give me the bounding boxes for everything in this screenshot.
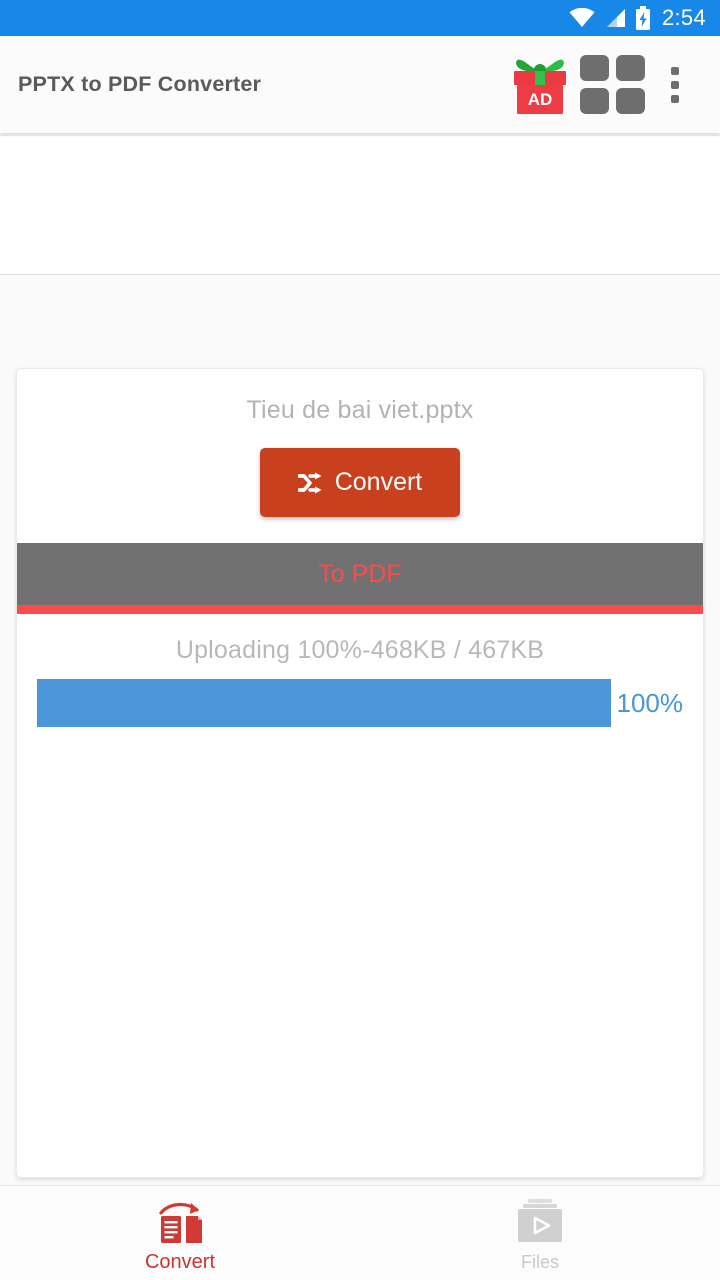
convert-button-label: Convert xyxy=(334,468,423,496)
progress-bar-fill xyxy=(37,679,611,727)
app-bar: PPTX to PDF Converter AD xyxy=(0,36,720,133)
grid-cell xyxy=(615,88,645,114)
gift-ad-button[interactable]: AD xyxy=(504,49,576,121)
content-area: Tieu de bai viet.pptx Convert To PDF Upl… xyxy=(0,275,720,1178)
format-spinner-underline xyxy=(17,605,703,614)
upload-progress-row: 100% xyxy=(17,679,703,727)
cellular-signal-icon xyxy=(604,8,626,28)
ad-banner[interactable] xyxy=(0,135,720,275)
format-spinner[interactable]: To PDF xyxy=(17,543,703,605)
gift-ad-label: AD xyxy=(528,90,553,109)
conversion-card: Tieu de bai viet.pptx Convert To PDF Upl… xyxy=(16,368,704,1178)
progress-percent-label: 100% xyxy=(616,687,684,718)
bottom-navigation: Convert Files xyxy=(0,1185,720,1280)
nav-label-convert: Convert xyxy=(144,1250,216,1273)
convert-button[interactable]: Convert xyxy=(260,448,460,517)
more-vertical-icon xyxy=(671,94,679,103)
status-bar: 2:54 xyxy=(0,0,720,36)
gift-box-icon: AD xyxy=(514,59,566,114)
selected-filename: Tieu de bai viet.pptx xyxy=(246,396,474,424)
battery-charging-icon xyxy=(635,6,651,30)
shuffle-icon xyxy=(297,472,322,493)
more-vertical-icon xyxy=(671,66,679,75)
wifi-icon xyxy=(569,8,595,28)
nav-label-files: Files xyxy=(520,1251,559,1272)
progress-bar xyxy=(37,679,611,727)
overflow-menu-button[interactable] xyxy=(648,49,702,121)
upload-status-text: Uploading 100%-468KB / 467KB xyxy=(175,636,545,664)
format-spinner-row: To PDF xyxy=(17,543,703,614)
grid-cell xyxy=(579,88,609,114)
more-vertical-icon xyxy=(671,80,679,89)
document-convert-icon xyxy=(159,1202,202,1243)
grid-cell xyxy=(579,55,609,81)
grid-cell xyxy=(615,55,645,81)
page-title: PPTX to PDF Converter xyxy=(18,72,262,96)
apps-grid-button[interactable] xyxy=(576,49,648,121)
status-bar-clock: 2:54 xyxy=(661,5,706,30)
folder-play-icon xyxy=(518,1198,562,1242)
nav-item-convert[interactable]: Convert xyxy=(0,1186,360,1280)
app-bar-actions: AD xyxy=(504,49,702,121)
nav-item-files[interactable]: Files xyxy=(360,1186,720,1280)
convert-button-wrap: Convert xyxy=(17,448,703,517)
grid-icon xyxy=(579,55,645,114)
app-root: 2:54 PPTX to PDF Converter AD Tieu de ba… xyxy=(0,0,720,1280)
format-spinner-value: To PDF xyxy=(318,559,402,588)
